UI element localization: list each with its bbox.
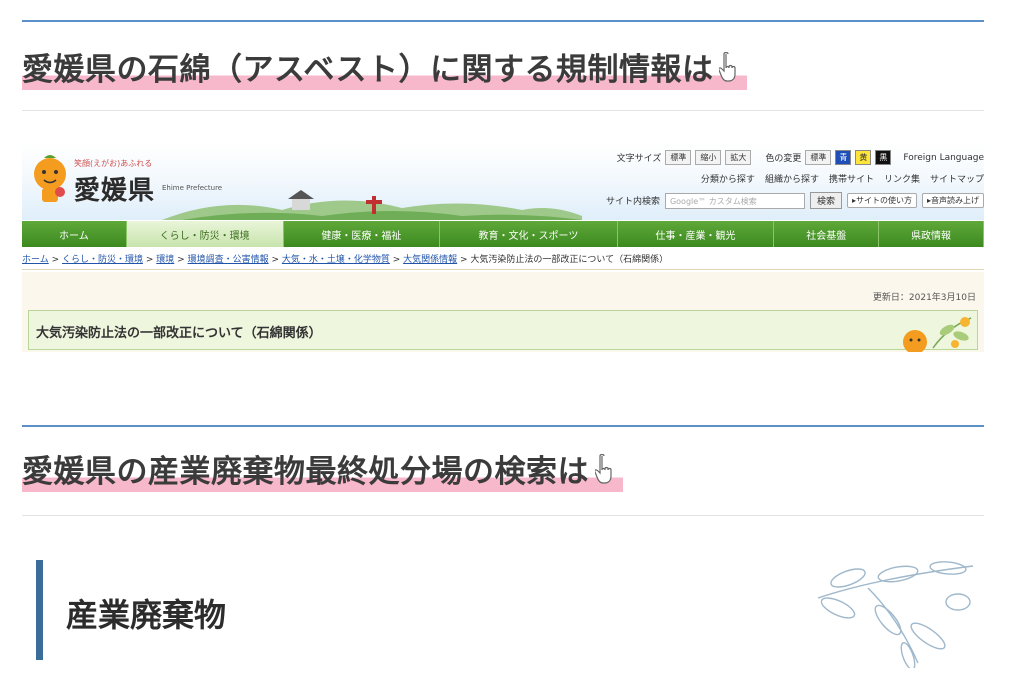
breadcrumb-divider <box>22 269 984 270</box>
heading-text: 愛媛県の産業廃棄物最終処分場の検索は <box>22 454 589 490</box>
section-divider <box>22 515 984 516</box>
nav-health[interactable]: 健康・医療・福祉 <box>284 221 441 247</box>
breadcrumb-link[interactable]: 環境調査・公害情報 <box>188 255 269 265</box>
mican-mascot-icon <box>34 155 66 202</box>
mascot-orange-decoration-icon <box>903 317 972 352</box>
utility-links: 分類から探す 組織から探す 携帯サイト リンク集 サイトマップ <box>701 172 984 185</box>
font-larger-button[interactable]: 拡大 <box>725 150 752 165</box>
link-mobile-site[interactable]: 携帯サイト <box>829 172 874 185</box>
link-by-organization[interactable]: 組織から探す <box>765 172 819 185</box>
foreign-language-link[interactable]: Foreign Language <box>903 153 984 163</box>
section-heading-landfill: 愛媛県の産業廃棄物最終処分場の検索は <box>22 452 623 492</box>
nav-industry[interactable]: 仕事・産業・観光 <box>618 221 775 247</box>
font-standard-button[interactable]: 標準 <box>665 150 692 165</box>
breadcrumb: ホーム > くらし・防災・環境 > 環境 > 環境調査・公害情報 > 大気・水・… <box>22 255 669 265</box>
nav-prefecture[interactable]: 県政情報 <box>879 221 984 247</box>
subsection-accent-bar <box>36 560 43 660</box>
global-nav: ホーム くらし・防災・環境 健康・医療・福祉 教育・文化・スポーツ 仕事・産業・… <box>22 221 984 247</box>
breadcrumb-current: 大気汚染防止法の一部改正について（石綿関係） <box>470 255 669 265</box>
font-smaller-button[interactable]: 縮小 <box>695 150 722 165</box>
link-links[interactable]: リンク集 <box>884 172 920 185</box>
search-button[interactable]: 検索 <box>809 192 842 209</box>
nav-home[interactable]: ホーム <box>22 221 127 247</box>
nav-education[interactable]: 教育・文化・スポーツ <box>440 221 618 247</box>
site-search-label: サイト内検索 <box>605 197 660 207</box>
color-standard-button[interactable]: 標準 <box>805 150 832 165</box>
color-black-button[interactable]: 黒 <box>875 150 892 165</box>
updated-date: 更新日：2021年3月10日 <box>872 293 976 303</box>
site-search: サイト内検索 Google™ カスタム検索 検索 ▸サイトの使い方 ▸音声読み上… <box>606 192 984 209</box>
page-title: 大気汚染防止法の一部改正について（石綿関係） <box>36 326 322 341</box>
olive-branch-decoration-icon <box>817 561 974 668</box>
subsection-title: 産業廃棄物 <box>66 596 227 634</box>
heading-text: 愛媛県の石綿（アスベスト）に関する規制情報は <box>22 52 714 88</box>
how-to-use-button[interactable]: ▸サイトの使い方 <box>846 193 917 208</box>
logo-subtitle: Ehime Prefecture <box>162 184 223 192</box>
color-blue-button[interactable]: 青 <box>835 150 852 165</box>
section-heading-asbestos: 愛媛県の石綿（アスベスト）に関する規制情報は <box>22 50 748 90</box>
breadcrumb-link[interactable]: ホーム <box>22 255 49 265</box>
pointing-hand-icon <box>719 52 737 82</box>
breadcrumb-link[interactable]: 大気関係情報 <box>403 255 457 265</box>
logo-tagline: 笑顔(えがお)あふれる <box>74 159 153 168</box>
ehime-site-screenshot[interactable]: 笑顔(えがお)あふれる 愛媛県 Ehime Prefecture 文字サイズ 標… <box>22 142 984 352</box>
nav-living[interactable]: くらし・防災・環境 <box>126 221 284 247</box>
color-label: 色の変更 <box>765 154 802 164</box>
font-size-label: 文字サイズ <box>616 154 662 164</box>
search-input[interactable]: Google™ カスタム検索 <box>664 192 805 209</box>
link-sitemap[interactable]: サイトマップ <box>930 172 984 185</box>
breadcrumb-link[interactable]: 環境 <box>156 255 174 265</box>
section-divider <box>22 110 984 111</box>
pointing-hand-icon <box>595 454 612 484</box>
section-top-rule <box>22 425 984 427</box>
logo-text[interactable]: 愛媛県 <box>74 170 155 207</box>
nav-infrastructure[interactable]: 社会基盤 <box>774 221 880 247</box>
color-yellow-button[interactable]: 黄 <box>855 150 872 165</box>
breadcrumb-link[interactable]: 大気・水・土壌・化学物質 <box>282 255 390 265</box>
landscape-illustration <box>162 190 582 220</box>
read-aloud-button[interactable]: ▸音声読み上げ <box>921 193 984 208</box>
breadcrumb-link[interactable]: くらし・防災・環境 <box>62 255 143 265</box>
link-by-category[interactable]: 分類から探す <box>701 172 755 185</box>
section-top-rule <box>22 20 984 22</box>
display-options: 文字サイズ 標準 縮小 拡大 色の変更 標準 青 黄 黒 Foreign Lan… <box>617 150 984 165</box>
